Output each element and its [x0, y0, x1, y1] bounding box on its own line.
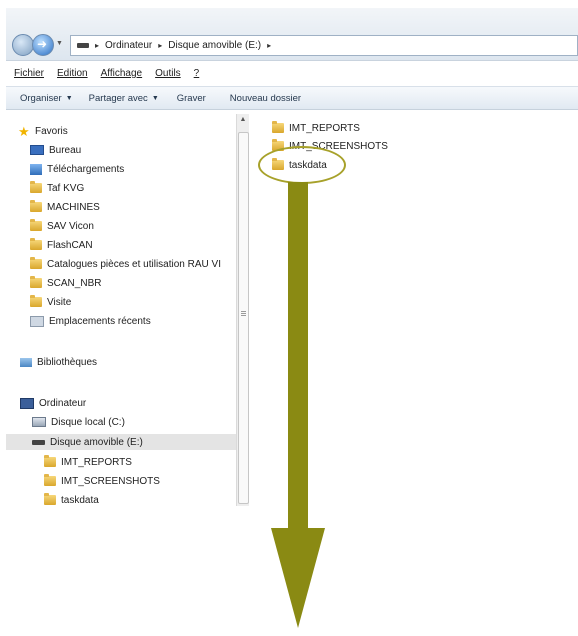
highlight-ellipse	[258, 146, 346, 184]
nav-item-bureau[interactable]: Bureau	[30, 142, 81, 158]
burn-label: Graver	[176, 92, 206, 104]
nav-item-sav-vicon[interactable]: SAV Vicon	[30, 218, 94, 234]
nav-item-catalogues[interactable]: Catalogues pièces et utilisation RAU VI	[30, 256, 221, 272]
menu-help[interactable]: ?	[194, 68, 200, 79]
organize-label: Organiser	[20, 92, 62, 104]
nav-favorites[interactable]: ★ Favoris	[18, 123, 68, 139]
download-icon	[30, 163, 42, 175]
nav-item-flashcan[interactable]: FlashCAN	[30, 237, 93, 253]
address-bar[interactable]: ▸ Ordinateur ▸ Disque amovible (E:) ▸	[70, 35, 578, 56]
menu-file[interactable]: Fichier	[14, 68, 44, 79]
folder-icon	[30, 200, 42, 212]
hard-drive-icon	[32, 417, 46, 427]
folder-icon	[30, 257, 42, 269]
navigation-pane: ★ Favoris Bureau Téléchargements Taf KVG…	[6, 110, 246, 506]
nav-subfolder-imt-screenshots[interactable]: IMT_SCREENSHOTS	[44, 473, 160, 489]
libraries-icon	[20, 357, 32, 367]
nav-subfolder-taskdata[interactable]: taskdata	[44, 492, 99, 508]
nav-item-taf-kvg[interactable]: Taf KVG	[30, 180, 84, 196]
nav-item-label: Bureau	[49, 144, 82, 156]
menu-edit[interactable]: Edition	[57, 68, 88, 79]
nav-local-disk-label: Disque local (C:)	[51, 416, 125, 428]
nav-item-machines[interactable]: MACHINES	[30, 199, 100, 215]
new-folder-button[interactable]: Nouveau dossier	[230, 93, 301, 104]
nav-item-telechargements[interactable]: Téléchargements	[30, 161, 124, 177]
command-toolbar: Organiser ▼ Partager avec ▼ Graver Nouve…	[6, 86, 578, 110]
breadcrumb-removable-drive[interactable]: Disque amovible (E:)	[168, 40, 261, 51]
nav-libraries[interactable]: Bibliothèques	[20, 354, 97, 370]
nav-libraries-label: Bibliothèques	[37, 356, 98, 368]
chevron-right-icon[interactable]: ▸	[158, 41, 162, 50]
breadcrumb-computer[interactable]: Ordinateur	[105, 40, 152, 51]
removable-drive-icon	[77, 43, 89, 48]
folder-icon	[30, 219, 42, 231]
folder-icon	[44, 493, 56, 505]
file-item-label: IMT_REPORTS	[289, 122, 360, 134]
nav-item-label: Visite	[47, 296, 72, 308]
folder-icon	[44, 455, 56, 467]
nav-computer[interactable]: Ordinateur	[20, 395, 86, 411]
nav-removable-label: Disque amovible (E:)	[50, 436, 143, 448]
share-button[interactable]: Partager avec ▼	[89, 93, 159, 104]
share-label: Partager avec	[88, 92, 148, 104]
nav-item-label: MACHINES	[47, 201, 100, 213]
arrow-head-icon	[271, 528, 325, 628]
new-folder-label: Nouveau dossier	[229, 92, 302, 104]
nav-local-disk[interactable]: Disque local (C:)	[32, 414, 125, 430]
nav-item-label: Emplacements récents	[49, 315, 151, 327]
nav-computer-label: Ordinateur	[39, 397, 87, 409]
chevron-down-icon: ▼	[65, 94, 73, 102]
scroll-thumb[interactable]	[238, 132, 249, 504]
nav-scrollbar[interactable]: ▲	[236, 114, 249, 506]
back-arrow-icon[interactable]	[12, 34, 34, 56]
arrow-down-icon	[288, 182, 308, 532]
nav-subfolder-label: IMT_REPORTS	[61, 456, 132, 468]
file-item-imt-reports[interactable]: IMT_REPORTS	[272, 120, 360, 136]
scroll-up-icon[interactable]: ▲	[237, 116, 249, 128]
nav-removable-drive[interactable]: Disque amovible (E:)	[6, 434, 236, 450]
address-bar-area: ▼ ▸ Ordinateur ▸ Disque amovible (E:) ▸	[6, 8, 578, 61]
recent-places-icon	[30, 315, 44, 327]
folder-icon	[30, 181, 42, 193]
computer-icon	[20, 397, 34, 409]
chevron-right-icon[interactable]: ▸	[95, 41, 99, 50]
nav-item-label: FlashCAN	[47, 239, 93, 251]
folder-icon	[44, 474, 56, 486]
chevron-down-icon: ▼	[151, 94, 159, 102]
star-icon: ★	[18, 123, 30, 139]
desktop-icon	[30, 145, 44, 155]
organize-button[interactable]: Organiser ▼	[20, 93, 73, 104]
nav-item-label: Taf KVG	[47, 182, 85, 194]
chevron-right-icon[interactable]: ▸	[267, 41, 271, 50]
recent-pages-dropdown-icon[interactable]: ▼	[56, 40, 63, 47]
folder-icon	[30, 276, 42, 288]
nav-item-label: Catalogues pièces et utilisation RAU VI	[47, 258, 221, 270]
nav-item-label: Téléchargements	[47, 163, 125, 175]
nav-item-label: SAV Vicon	[47, 220, 94, 232]
nav-item-recent-places[interactable]: Emplacements récents	[30, 313, 151, 329]
removable-drive-icon	[32, 439, 45, 445]
nav-item-scan-nbr[interactable]: SCAN_NBR	[30, 275, 101, 291]
nav-subfolder-label: IMT_SCREENSHOTS	[61, 475, 160, 487]
menu-view[interactable]: Affichage	[101, 68, 143, 79]
nav-item-label: SCAN_NBR	[47, 277, 102, 289]
menu-tools[interactable]: Outils	[155, 68, 181, 79]
menu-bar: Fichier Edition Affichage Outils ?	[6, 65, 578, 82]
grip-icon	[241, 311, 246, 317]
nav-subfolder-label: taskdata	[61, 494, 99, 506]
folder-icon	[30, 295, 42, 307]
burn-button[interactable]: Graver	[177, 93, 206, 104]
nav-item-visite[interactable]: Visite	[30, 294, 71, 310]
nav-subfolder-imt-reports[interactable]: IMT_REPORTS	[44, 454, 132, 470]
forward-arrow-icon[interactable]	[32, 34, 54, 56]
nav-favorites-label: Favoris	[35, 125, 68, 137]
folder-icon	[272, 121, 284, 133]
folder-icon	[30, 238, 42, 250]
